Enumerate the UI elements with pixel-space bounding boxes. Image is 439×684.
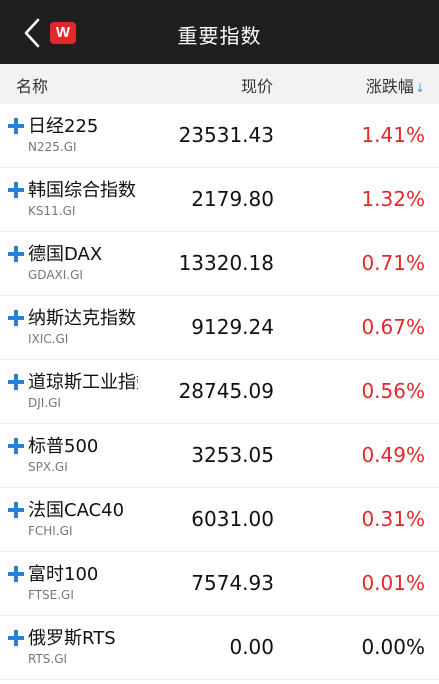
index-code: FCHI.GI: [28, 524, 73, 538]
index-code: FTSE.GI: [28, 588, 74, 602]
index-name: 德国DAX: [28, 244, 103, 265]
index-price: 9129.24: [191, 315, 274, 339]
index-change-percent: 1.32%: [361, 187, 425, 211]
index-change-percent: 0.31%: [361, 507, 425, 531]
add-watchlist-plus-icon[interactable]: [8, 438, 24, 454]
index-row[interactable]: 纳斯达克指数 IXIC.GI 9129.24 0.67%: [0, 296, 439, 360]
add-watchlist-plus-icon[interactable]: [8, 630, 24, 646]
index-row[interactable]: 法国CAC40 FCHI.GI 6031.00 0.31%: [0, 488, 439, 552]
index-row[interactable]: 德国DAX GDAXI.GI 13320.18 0.71%: [0, 232, 439, 296]
index-row[interactable]: 富时100 FTSE.GI 7574.93 0.01%: [0, 552, 439, 616]
column-header-price[interactable]: 现价: [241, 73, 273, 97]
index-name: 道琼斯工业指数: [28, 372, 138, 393]
index-price: 6031.00: [191, 507, 274, 531]
index-price: 0.00: [229, 635, 274, 659]
add-watchlist-plus-icon[interactable]: [8, 502, 24, 518]
index-change-percent: 0.01%: [361, 571, 425, 595]
index-row[interactable]: 俄罗斯RTS RTS.GI 0.00 0.00%: [0, 616, 439, 680]
index-name: 韩国综合指数: [28, 180, 136, 201]
index-name: 标普500: [28, 436, 99, 457]
index-name: 富时100: [28, 564, 99, 585]
index-list: 日经225 N225.GI 23531.43 1.41% 韩国综合指数 KS11.GI 21…: [0, 104, 439, 680]
index-code: GDAXI.GI: [28, 268, 83, 282]
column-header-name[interactable]: 名称: [16, 73, 48, 97]
add-watchlist-plus-icon[interactable]: [8, 310, 24, 326]
index-change-percent: 0.56%: [361, 379, 425, 403]
index-change-percent: 0.71%: [361, 251, 425, 275]
index-name: 纳斯达克指数: [28, 308, 136, 329]
index-change-percent: 0.00%: [361, 635, 425, 659]
add-watchlist-plus-icon[interactable]: [8, 566, 24, 582]
column-header-change[interactable]: 涨跌幅↓: [366, 73, 425, 97]
add-watchlist-plus-icon[interactable]: [8, 182, 24, 198]
index-code: RTS.GI: [28, 652, 68, 666]
index-code: SPX.GI: [28, 460, 68, 474]
index-price: 28745.09: [178, 379, 274, 403]
index-price: 23531.43: [178, 123, 274, 147]
index-price: 3253.05: [191, 443, 274, 467]
add-watchlist-plus-icon[interactable]: [8, 246, 24, 262]
index-price: 7574.93: [191, 571, 274, 595]
sort-down-arrow-icon: ↓: [414, 81, 425, 95]
index-row[interactable]: 道琼斯工业指数 DJI.GI 28745.09 0.56%: [0, 360, 439, 424]
app-header: W 重要指数: [0, 0, 439, 64]
index-row[interactable]: 韩国综合指数 KS11.GI 2179.80 1.32%: [0, 168, 439, 232]
column-header-bar: 名称 现价 涨跌幅↓: [0, 64, 439, 104]
add-watchlist-plus-icon[interactable]: [8, 374, 24, 390]
index-name: 俄罗斯RTS: [28, 628, 116, 649]
index-change-percent: 0.67%: [361, 315, 425, 339]
index-name: 法国CAC40: [28, 500, 125, 521]
index-code: DJI.GI: [28, 396, 61, 410]
index-code: IXIC.GI: [28, 332, 69, 346]
column-header-change-label: 涨跌幅: [365, 77, 414, 96]
index-name: 日经225: [28, 116, 99, 137]
index-row[interactable]: 日经225 N225.GI 23531.43 1.41%: [0, 104, 439, 168]
index-code: KS11.GI: [28, 204, 76, 218]
index-change-percent: 1.41%: [361, 123, 425, 147]
index-price: 13320.18: [178, 251, 274, 275]
add-watchlist-plus-icon[interactable]: [8, 118, 24, 134]
index-row[interactable]: 标普500 SPX.GI 3253.05 0.49%: [0, 424, 439, 488]
index-change-percent: 0.49%: [361, 443, 425, 467]
index-price: 2179.80: [191, 187, 274, 211]
index-code: N225.GI: [28, 140, 77, 154]
page-title: 重要指数: [177, 24, 262, 48]
